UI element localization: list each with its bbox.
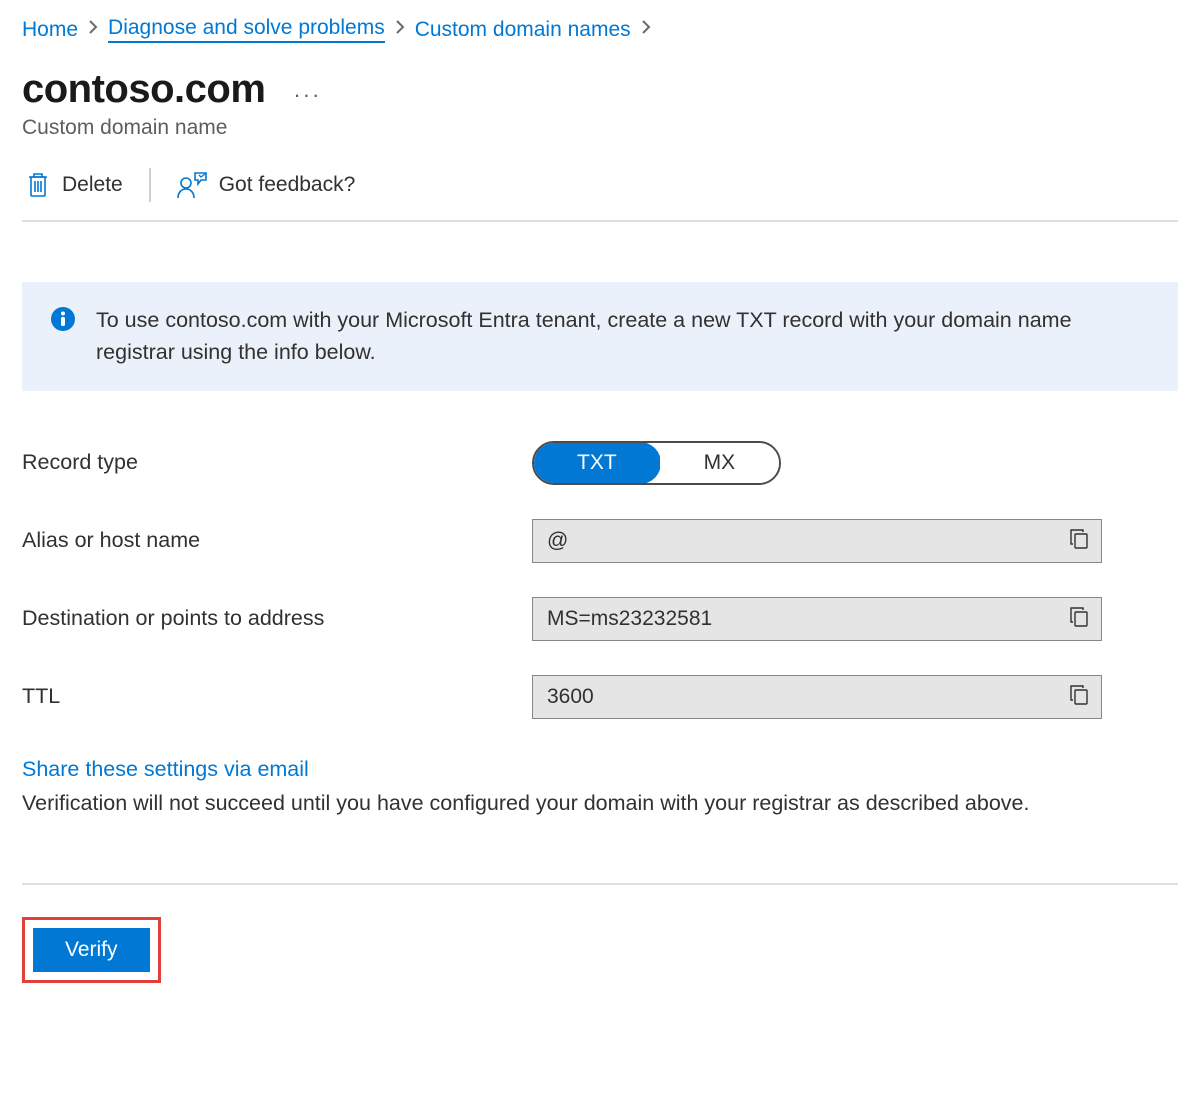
alias-label: Alias or host name: [22, 528, 532, 553]
page-title: contoso.com: [22, 67, 265, 112]
trash-icon: [26, 171, 50, 199]
destination-label: Destination or points to address: [22, 606, 532, 631]
breadcrumb-diagnose[interactable]: Diagnose and solve problems: [108, 16, 385, 43]
info-text: To use contoso.com with your Microsoft E…: [96, 304, 1150, 369]
command-separator: [149, 168, 151, 202]
breadcrumb-custom-domains[interactable]: Custom domain names: [415, 18, 631, 42]
alias-field: [532, 519, 1102, 563]
copy-icon: [1069, 684, 1089, 709]
info-banner: To use contoso.com with your Microsoft E…: [22, 282, 1178, 391]
breadcrumb-home[interactable]: Home: [22, 18, 78, 42]
destination-input[interactable]: [533, 598, 1057, 640]
page-subtitle: Custom domain name: [22, 116, 1178, 140]
delete-button[interactable]: Delete: [22, 169, 127, 201]
record-type-label: Record type: [22, 450, 532, 475]
chevron-right-icon: [88, 20, 98, 39]
copy-destination-button[interactable]: [1057, 598, 1101, 640]
delete-label: Delete: [62, 173, 123, 197]
ttl-label: TTL: [22, 684, 532, 709]
verification-note: Verification will not succeed until you …: [22, 788, 1082, 819]
copy-ttl-button[interactable]: [1057, 676, 1101, 718]
feedback-button[interactable]: Got feedback?: [173, 169, 360, 201]
share-settings-link[interactable]: Share these settings via email: [22, 757, 309, 782]
destination-field: [532, 597, 1102, 641]
copy-alias-button[interactable]: [1057, 520, 1101, 562]
record-type-txt[interactable]: TXT: [533, 442, 661, 484]
feedback-label: Got feedback?: [219, 173, 356, 197]
copy-icon: [1069, 528, 1089, 553]
alias-input[interactable]: [533, 520, 1057, 562]
record-type-mx[interactable]: MX: [660, 443, 780, 483]
command-bar: Delete Got feedback?: [22, 168, 1178, 222]
more-actions-button[interactable]: ···: [293, 82, 321, 110]
info-icon: [50, 306, 76, 335]
verify-button[interactable]: Verify: [33, 928, 150, 972]
footer-separator: [22, 883, 1178, 885]
ttl-field: [532, 675, 1102, 719]
verify-highlight: Verify: [22, 917, 161, 983]
dns-form: Record type TXT MX Alias or host name: [22, 441, 1178, 719]
chevron-right-icon: [395, 20, 405, 39]
chevron-right-icon: [641, 20, 651, 39]
breadcrumb: Home Diagnose and solve problems Custom …: [22, 12, 1178, 55]
copy-icon: [1069, 606, 1089, 631]
record-type-toggle: TXT MX: [532, 441, 781, 485]
person-feedback-icon: [177, 171, 207, 199]
ttl-input[interactable]: [533, 676, 1057, 718]
